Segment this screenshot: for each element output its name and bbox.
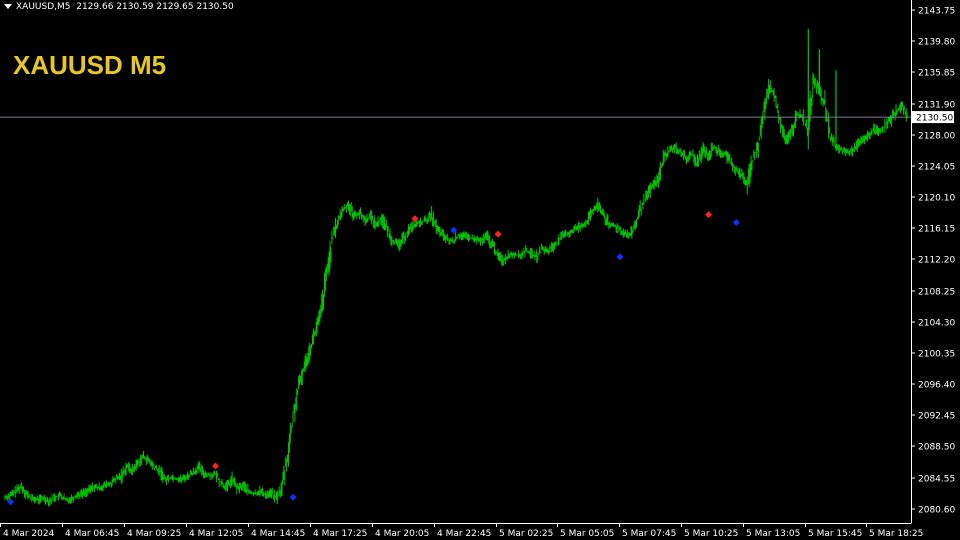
x-tick-label: 4 Mar 17:25	[313, 529, 367, 539]
signal-markers	[7, 211, 740, 506]
y-tick-label: 2084.55	[918, 475, 955, 485]
sell-signal-marker	[411, 215, 419, 223]
x-tick-label: 5 Mar 18:25	[869, 529, 923, 539]
x-tick-label: 5 Mar 05:05	[560, 529, 614, 539]
current-price-tag: 2130.50	[912, 111, 954, 124]
y-tick-label: 2131.90	[918, 101, 955, 111]
x-tick-label: 5 Mar 10:25	[684, 529, 738, 539]
y-tick-label: 2120.10	[918, 194, 955, 204]
x-tick-label: 5 Mar 15:45	[808, 529, 862, 539]
y-tick-label: 2104.30	[918, 319, 955, 329]
overlay-title: XAUUSD M5	[13, 50, 167, 80]
x-tick-label: 4 Mar 12:05	[189, 529, 243, 539]
y-axis-labels: 2143.75 2139.80 2135.85 2131.90 2128.00 2124.…	[911, 7, 955, 516]
x-tick-label: 4 Mar 2024	[3, 529, 55, 539]
y-tick-label: 2139.80	[918, 38, 955, 48]
y-tick-label: 2080.60	[918, 506, 955, 516]
y-tick-label: 2135.85	[918, 69, 955, 79]
x-tick-label: 4 Mar 09:25	[127, 529, 181, 539]
candle-series	[4, 28, 908, 507]
x-tick-label: 4 Mar 22:45	[437, 529, 491, 539]
price-chart[interactable]: 2143.75 2139.80 2135.85 2131.90 2128.00 2124.…	[0, 0, 960, 540]
y-tick-label: 2100.35	[918, 350, 955, 360]
x-axis-labels: 4 Mar 2024 4 Mar 06:45 4 Mar 09:25 4 Mar 12…	[0, 523, 923, 539]
x-tick-label: 4 Mar 06:45	[65, 529, 119, 539]
buy-signal-marker	[616, 253, 624, 261]
x-tick-label: 5 Mar 07:45	[622, 529, 676, 539]
y-tick-label: 2088.50	[918, 443, 955, 453]
buy-signal-marker	[450, 226, 458, 234]
symbol-label: XAUUSD,M5	[16, 2, 71, 12]
chart-header: XAUUSD,M5 2129.66 2130.59 2129.65 2130.5…	[4, 2, 234, 12]
buy-signal-marker	[732, 218, 740, 226]
price-tag-label: 2130.50	[916, 114, 953, 124]
ohlc-values: 2129.66 2130.59 2129.65 2130.50	[76, 2, 234, 12]
x-tick-label: 4 Mar 14:45	[251, 529, 305, 539]
y-tick-label: 2108.25	[918, 288, 955, 298]
dropdown-triangle-icon[interactable]	[4, 4, 12, 9]
x-tick-label: 4 Mar 20:05	[375, 529, 429, 539]
x-tick-label: 5 Mar 13:05	[746, 529, 800, 539]
sell-signal-marker	[494, 230, 502, 238]
y-tick-label: 2096.40	[918, 381, 955, 391]
y-tick-label: 2128.00	[918, 132, 955, 142]
y-tick-label: 2124.05	[918, 163, 955, 173]
y-tick-label: 2143.75	[918, 7, 955, 17]
y-tick-label: 2116.15	[918, 225, 955, 235]
sell-signal-marker	[705, 211, 713, 219]
y-tick-label: 2092.45	[918, 412, 955, 422]
buy-signal-marker	[289, 493, 297, 501]
y-tick-label: 2112.20	[918, 256, 955, 266]
sell-signal-marker	[212, 462, 220, 470]
x-tick-label: 5 Mar 02:25	[499, 529, 553, 539]
